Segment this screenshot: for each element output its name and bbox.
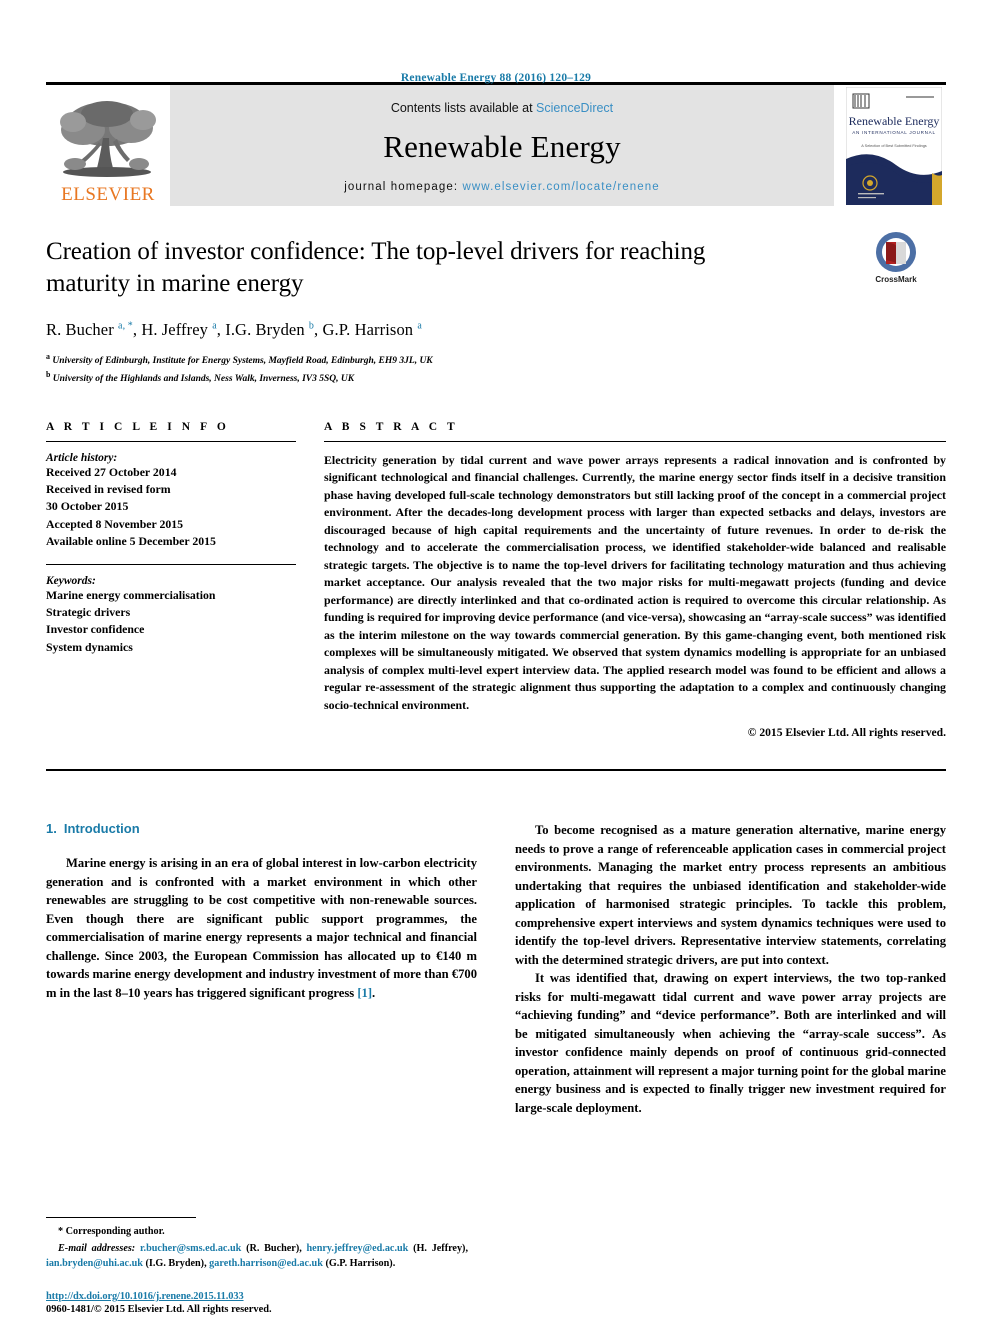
doi-area: http://dx.doi.org/10.1016/j.renene.2015.… bbox=[46, 1291, 476, 1315]
crossmark-label: CrossMark bbox=[875, 275, 917, 284]
keyword-item: System dynamics bbox=[46, 639, 133, 654]
journal-homepage-link[interactable]: www.elsevier.com/locate/renene bbox=[462, 181, 659, 193]
body-column-right: To become recognised as a mature generat… bbox=[515, 821, 946, 1117]
journal-masthead: ELSEVIER Contents lists available at Sci… bbox=[46, 82, 946, 206]
email-link[interactable]: gareth.harrison@ed.ac.uk bbox=[209, 1258, 323, 1269]
divider bbox=[46, 440, 296, 442]
article-history-label: Article history: bbox=[46, 451, 118, 464]
footnote-area: * Corresponding author. E-mail addresses… bbox=[46, 1217, 468, 1271]
contents-prefix: Contents lists available at bbox=[390, 100, 537, 115]
keyword-item: Strategic drivers bbox=[46, 605, 131, 620]
info-abstract-region: A R T I C L E I N F O Article history: R… bbox=[46, 420, 946, 740]
elsevier-wordmark: ELSEVIER bbox=[61, 184, 155, 205]
history-item: Received 27 October 2014 bbox=[46, 464, 177, 479]
email-owner: (G.P. Harrison) bbox=[325, 1257, 393, 1269]
running-head: Renewable Energy 88 (2016) 120–129 bbox=[400, 72, 592, 84]
crossmark-badge[interactable]: CrossMark bbox=[848, 230, 944, 284]
author-list: R. Bucher a, *, H. Jeffrey a, I.G. Bryde… bbox=[46, 320, 422, 339]
paragraph: It was identified that, drawing on exper… bbox=[515, 971, 946, 1115]
email-owner: (R. Bucher) bbox=[246, 1242, 300, 1254]
abstract-copyright: © 2015 Elsevier Ltd. All rights reserved… bbox=[747, 726, 946, 740]
abstract-heading: A B S T R A C T bbox=[324, 420, 459, 433]
body-column-left: 1. Introduction Marine energy is arising … bbox=[46, 821, 477, 1117]
sciencedirect-link[interactable]: ScienceDirect bbox=[536, 101, 613, 115]
affiliation-text: University of the Highlands and Islands,… bbox=[52, 374, 355, 385]
elsevier-tree-icon bbox=[60, 101, 156, 177]
page-title: Creation of investor confidence: The top… bbox=[46, 238, 706, 297]
paragraph-text: Marine energy is arising in an era of gl… bbox=[46, 856, 477, 1000]
elsevier-logo: ELSEVIER bbox=[46, 85, 170, 206]
svg-text:AN INTERNATIONAL JOURNAL: AN INTERNATIONAL JOURNAL bbox=[852, 130, 935, 135]
doi-link[interactable]: http://dx.doi.org/10.1016/j.renene.2015.… bbox=[46, 1291, 476, 1302]
svg-text:Renewable Energy: Renewable Energy bbox=[849, 114, 940, 128]
section-heading-introduction: 1. Introduction bbox=[46, 821, 477, 836]
journal-band: Contents lists available at ScienceDirec… bbox=[170, 85, 834, 206]
keyword-item: Marine energy commercialisation bbox=[46, 587, 216, 602]
abstract-bottom-divider bbox=[46, 769, 946, 772]
email-owner: (H. Jeffrey) bbox=[413, 1242, 466, 1254]
journal-cover-thumbnail: Renewable Energy AN INTERNATIONAL JOURNA… bbox=[842, 85, 946, 206]
article-info-column: A R T I C L E I N F O Article history: R… bbox=[46, 421, 296, 740]
history-item: Accepted 8 November 2015 bbox=[46, 516, 184, 531]
affiliation-text: University of Edinburgh, Institute for E… bbox=[52, 356, 433, 367]
affiliation-marker: b bbox=[46, 369, 51, 379]
journal-title: Renewable Energy bbox=[383, 128, 621, 164]
citation-ref-1[interactable]: [1] bbox=[357, 986, 372, 1000]
paragraph: To become recognised as a mature generat… bbox=[515, 823, 946, 967]
email-link[interactable]: r.bucher@sms.ed.ac.uk bbox=[140, 1243, 241, 1254]
homepage-prefix: journal homepage: bbox=[344, 180, 463, 193]
section-number: 1. bbox=[46, 821, 57, 837]
section-title: Introduction bbox=[63, 821, 140, 837]
email-label: E-mail addresses: bbox=[58, 1242, 136, 1254]
issn-copyright: 0960-1481/© 2015 Elsevier Ltd. All right… bbox=[46, 1304, 272, 1315]
email-link[interactable]: henry.jeffrey@ed.ac.uk bbox=[307, 1243, 409, 1254]
history-item: Available online 5 December 2015 bbox=[46, 533, 216, 548]
affiliation-item: b University of the Highlands and Island… bbox=[46, 369, 946, 387]
corresponding-author-note: * Corresponding author. bbox=[46, 1225, 468, 1239]
title-block: Creation of investor confidence: The top… bbox=[46, 232, 946, 387]
email-link[interactable]: ian.bryden@uhi.ac.uk bbox=[46, 1258, 143, 1269]
affiliation-marker: a bbox=[46, 352, 50, 361]
email-owner: (I.G. Bryden) bbox=[145, 1257, 205, 1269]
article-info-heading: A R T I C L E I N F O bbox=[46, 420, 230, 433]
affiliation-list: a University of Edinburgh, Institute for… bbox=[46, 351, 946, 387]
cover-image-icon: Renewable Energy AN INTERNATIONAL JOURNA… bbox=[846, 86, 942, 205]
email-addresses: E-mail addresses: r.bucher@sms.ed.ac.uk … bbox=[46, 1242, 468, 1269]
divider bbox=[46, 563, 296, 565]
history-item: Received in revised form bbox=[46, 482, 171, 497]
crossmark-icon bbox=[876, 232, 916, 272]
abstract-text: Electricity generation by tidal current … bbox=[324, 452, 946, 712]
keywords-label: Keywords: bbox=[46, 574, 96, 587]
corresponding-marker: * bbox=[58, 1226, 64, 1238]
divider bbox=[324, 440, 946, 442]
contents-available-line: Contents lists available at ScienceDirec… bbox=[391, 101, 613, 115]
article-first-page: Renewable Energy 88 (2016) 120–129 ELSEV… bbox=[0, 0, 992, 1323]
svg-text:A Selection of Best Submitted: A Selection of Best Submitted Findings bbox=[861, 144, 927, 148]
corresponding-text: Corresponding author. bbox=[65, 1226, 165, 1238]
body-columns: 1. Introduction Marine energy is arising … bbox=[46, 821, 946, 1117]
abstract-column: A B S T R A C T Electricity generation b… bbox=[324, 420, 946, 740]
affiliation-item: a University of Edinburgh, Institute for… bbox=[46, 351, 946, 369]
journal-homepage-line: journal homepage: www.elsevier.com/locat… bbox=[344, 181, 660, 193]
footnote-divider bbox=[46, 1217, 196, 1219]
history-item: 30 October 2015 bbox=[46, 499, 129, 514]
keyword-item: Investor confidence bbox=[46, 622, 145, 637]
paragraph: Marine energy is arising in an era of gl… bbox=[46, 856, 477, 1000]
